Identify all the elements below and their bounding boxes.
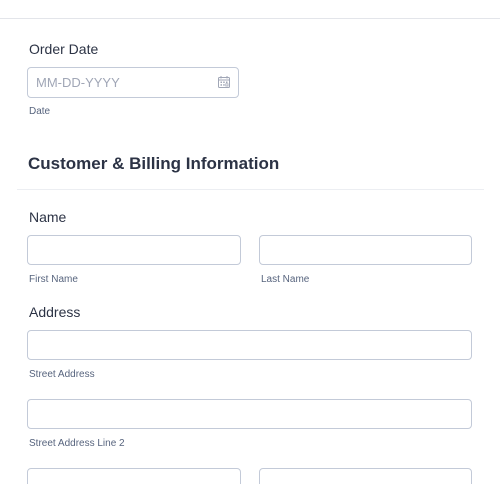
address-label: Address	[29, 304, 81, 320]
order-date-sublabel: Date	[29, 106, 51, 117]
first-name-input[interactable]	[27, 235, 241, 265]
calendar-icon[interactable]	[218, 76, 230, 88]
street-address-line2-sublabel: Street Address Line 2	[29, 438, 125, 449]
name-label: Name	[29, 209, 67, 225]
order-date-input[interactable]	[27, 67, 239, 98]
state-input[interactable]	[259, 468, 472, 484]
last-name-input[interactable]	[259, 235, 472, 265]
street-address-sublabel: Street Address	[29, 369, 95, 380]
first-name-sublabel: First Name	[29, 274, 78, 285]
city-input[interactable]	[27, 468, 241, 484]
section-divider	[17, 189, 484, 190]
top-divider	[0, 18, 500, 19]
order-date-label: Order Date	[29, 41, 99, 57]
section-title: Customer & Billing Information	[28, 154, 280, 173]
order-date-field[interactable]	[27, 67, 239, 98]
last-name-sublabel: Last Name	[261, 274, 310, 285]
street-address-line2-input[interactable]	[27, 399, 472, 429]
street-address-input[interactable]	[27, 330, 472, 360]
